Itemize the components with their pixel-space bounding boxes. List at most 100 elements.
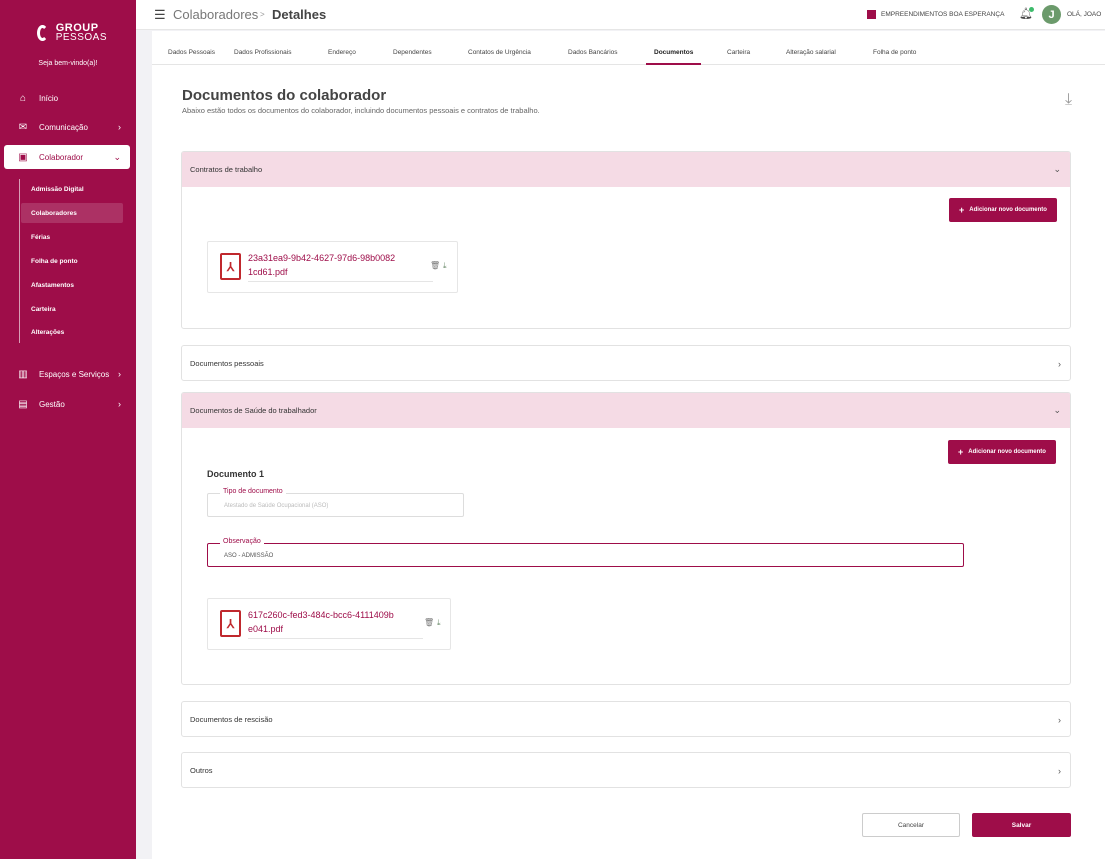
field-value: Atestado de Saúde Ocupacional (ASO) <box>224 503 329 509</box>
sidebar-item-colaborador[interactable]: ▣ Colaborador ⌄ <box>4 145 130 169</box>
tab-folha-de-ponto[interactable]: Folha de ponto <box>873 49 916 56</box>
logo-icon <box>37 25 48 41</box>
section-title: Documentos de Saúde do trabalhador <box>190 406 317 415</box>
sidebar-item-label: Comunicação <box>39 122 88 132</box>
building-icon: ▥ <box>18 368 28 380</box>
sidebar-subitem-colaboradores[interactable]: Colaboradores <box>21 203 123 223</box>
pdf-file-icon: ⅄ <box>220 253 241 280</box>
chevron-down-icon: ⌄ <box>1053 405 1061 415</box>
tab-contatos-urgencia[interactable]: Contatos de Urgência <box>468 49 531 56</box>
user-greeting[interactable]: OLÁ, JOAO <box>1067 11 1101 18</box>
tab-dados-pessoais[interactable]: Dados Pessoais <box>168 49 215 56</box>
section-pessoais: Documentos pessoais › <box>181 345 1071 381</box>
sidebar-item-label: Espaços e Serviços <box>39 369 110 379</box>
plus-icon: + <box>959 205 965 215</box>
tab-alteracao-salarial[interactable]: Alteração salarial <box>786 49 836 56</box>
sidebar: GROUP PESSOAS Seja bem-vindo(a)! ⌂ Iníci… <box>0 0 136 859</box>
trash-icon[interactable]: 🗑︎ <box>424 618 434 627</box>
chevron-right-icon: › <box>118 122 121 132</box>
menu-icon[interactable]: ☰ <box>154 7 166 23</box>
chat-icon: ✉ <box>18 121 28 133</box>
tab-carteira[interactable]: Carteira <box>727 49 750 56</box>
sidebar-item-label: Gestão <box>39 399 65 409</box>
section-title: Documentos de rescisão <box>190 715 273 724</box>
save-button[interactable]: Salvar <box>972 813 1071 837</box>
file-name[interactable]: 23a31ea9-9b42-4627-97d6-98b00821cd61.pdf <box>248 251 398 279</box>
sidebar-subitem-carteira[interactable]: Carteira <box>21 299 123 319</box>
divider <box>248 281 433 282</box>
sidebar-subitem-admissao[interactable]: Admissão Digital <box>21 179 123 199</box>
document-label: Documento 1 <box>207 469 265 479</box>
section-header-contratos[interactable]: Contratos de trabalho ⌄ <box>182 152 1070 187</box>
breadcrumb-current: Detalhes <box>272 7 327 22</box>
avatar[interactable]: J <box>1042 5 1061 24</box>
tab-endereco[interactable]: Endereço <box>328 49 356 56</box>
page-title: Documentos do colaborador <box>182 87 387 104</box>
add-document-button[interactable]: + Adicionar novo documento <box>949 198 1057 222</box>
top-header: ☰ Colaboradores > Detalhes EMPREENDIMENT… <box>136 0 1105 30</box>
chevron-right-icon: › <box>118 369 121 379</box>
tab-dados-profissionais[interactable]: Dados Profissionais <box>234 49 291 56</box>
notification-dot <box>1029 7 1034 12</box>
download-all-icon[interactable]: ⤓ <box>1065 91 1072 109</box>
chevron-down-icon: ⌄ <box>1053 164 1061 174</box>
chevron-right-icon: › <box>1058 765 1061 776</box>
observation-field[interactable]: Observação ASO - ADMISSÃO <box>207 538 964 567</box>
breadcrumb-separator: > <box>260 10 265 19</box>
section-header-saude[interactable]: Documentos de Saúde do trabalhador ⌄ <box>182 393 1070 428</box>
plus-icon: + <box>958 447 964 457</box>
section-title: Documentos pessoais <box>190 359 264 368</box>
company-name[interactable]: EMPREENDIMENTOS BOA ESPERANÇA <box>881 11 1004 18</box>
document-type-field[interactable]: Tipo de documento Atestado de Saúde Ocup… <box>207 488 464 517</box>
pdf-file-icon: ⅄ <box>220 610 241 637</box>
logo-text-line2: PESSOAS <box>55 32 107 43</box>
sidebar-subitem-alteracoes[interactable]: Alterações <box>21 322 123 342</box>
section-title: Outros <box>190 766 213 775</box>
sidebar-item-inicio[interactable]: ⌂ Início <box>4 86 130 110</box>
file-name[interactable]: 617c260c-fed3-484c-bcc6-4111409be041.pdf <box>248 608 398 636</box>
download-icon[interactable]: ⤓ <box>437 618 441 628</box>
file-card[interactable]: ⅄ 617c260c-fed3-484c-bcc6-4111409be041.p… <box>207 598 451 650</box>
sidebar-subnav: Admissão Digital Colaboradores Férias Fo… <box>19 179 129 343</box>
company-icon <box>867 10 876 19</box>
briefcase-icon: ▤ <box>18 398 28 410</box>
sidebar-item-label: Colaborador <box>39 152 84 162</box>
sidebar-item-gestao[interactable]: ▤ Gestão › <box>4 392 130 416</box>
cancel-button[interactable]: Cancelar <box>862 813 960 837</box>
download-icon[interactable]: ⤓ <box>443 261 447 271</box>
sidebar-subitem-folha[interactable]: Folha de ponto <box>21 251 123 271</box>
sidebar-subitem-ferias[interactable]: Férias <box>21 227 123 247</box>
chevron-right-icon: › <box>1058 714 1061 725</box>
tab-bar: Dados Pessoais Dados Profissionais Ender… <box>152 45 1105 65</box>
sidebar-subitem-afastamentos[interactable]: Afastamentos <box>21 275 123 295</box>
welcome-text: Seja bem-vindo(a)! <box>38 60 98 67</box>
main-content: Dados Pessoais Dados Profissionais Ender… <box>152 31 1105 859</box>
section-header-pessoais[interactable]: Documentos pessoais › <box>182 346 1070 380</box>
section-header-rescisao[interactable]: Documentos de rescisão › <box>182 702 1070 736</box>
section-title: Contratos de trabalho <box>190 165 263 174</box>
field-legend: Tipo de documento <box>220 488 286 495</box>
chevron-right-icon: › <box>1058 358 1061 369</box>
tab-dependentes[interactable]: Dependentes <box>393 49 432 56</box>
section-outros: Outros › <box>181 752 1071 788</box>
trash-icon[interactable]: 🗑︎ <box>430 261 440 270</box>
logo[interactable]: GROUP PESSOAS <box>37 20 107 46</box>
home-icon: ⌂ <box>19 92 27 104</box>
chevron-down-icon: ⌄ <box>113 151 121 162</box>
id-card-icon: ▣ <box>18 151 28 163</box>
file-card[interactable]: ⅄ 23a31ea9-9b42-4627-97d6-98b00821cd61.p… <box>207 241 458 293</box>
sidebar-item-label: Início <box>39 93 59 103</box>
tab-documentos[interactable]: Documentos <box>654 49 693 56</box>
section-contratos: Contratos de trabalho ⌄ + Adicionar novo… <box>181 151 1071 329</box>
add-document-button[interactable]: + Adicionar novo documento <box>948 440 1056 464</box>
sidebar-item-espacos[interactable]: ▥ Espaços e Serviços › <box>4 362 130 386</box>
active-tab-indicator <box>646 63 701 65</box>
sidebar-item-comunicacao[interactable]: ✉ Comunicação › <box>4 115 130 139</box>
field-legend: Observação <box>220 538 264 545</box>
section-rescisao: Documentos de rescisão › <box>181 701 1071 737</box>
breadcrumb-parent[interactable]: Colaboradores <box>173 7 258 22</box>
page-subtitle: Abaixo estão todos os documentos do cola… <box>182 106 540 115</box>
section-saude: Documentos de Saúde do trabalhador ⌄ + A… <box>181 392 1071 685</box>
section-header-outros[interactable]: Outros › <box>182 753 1070 787</box>
tab-dados-bancarios[interactable]: Dados Bancários <box>568 49 618 56</box>
